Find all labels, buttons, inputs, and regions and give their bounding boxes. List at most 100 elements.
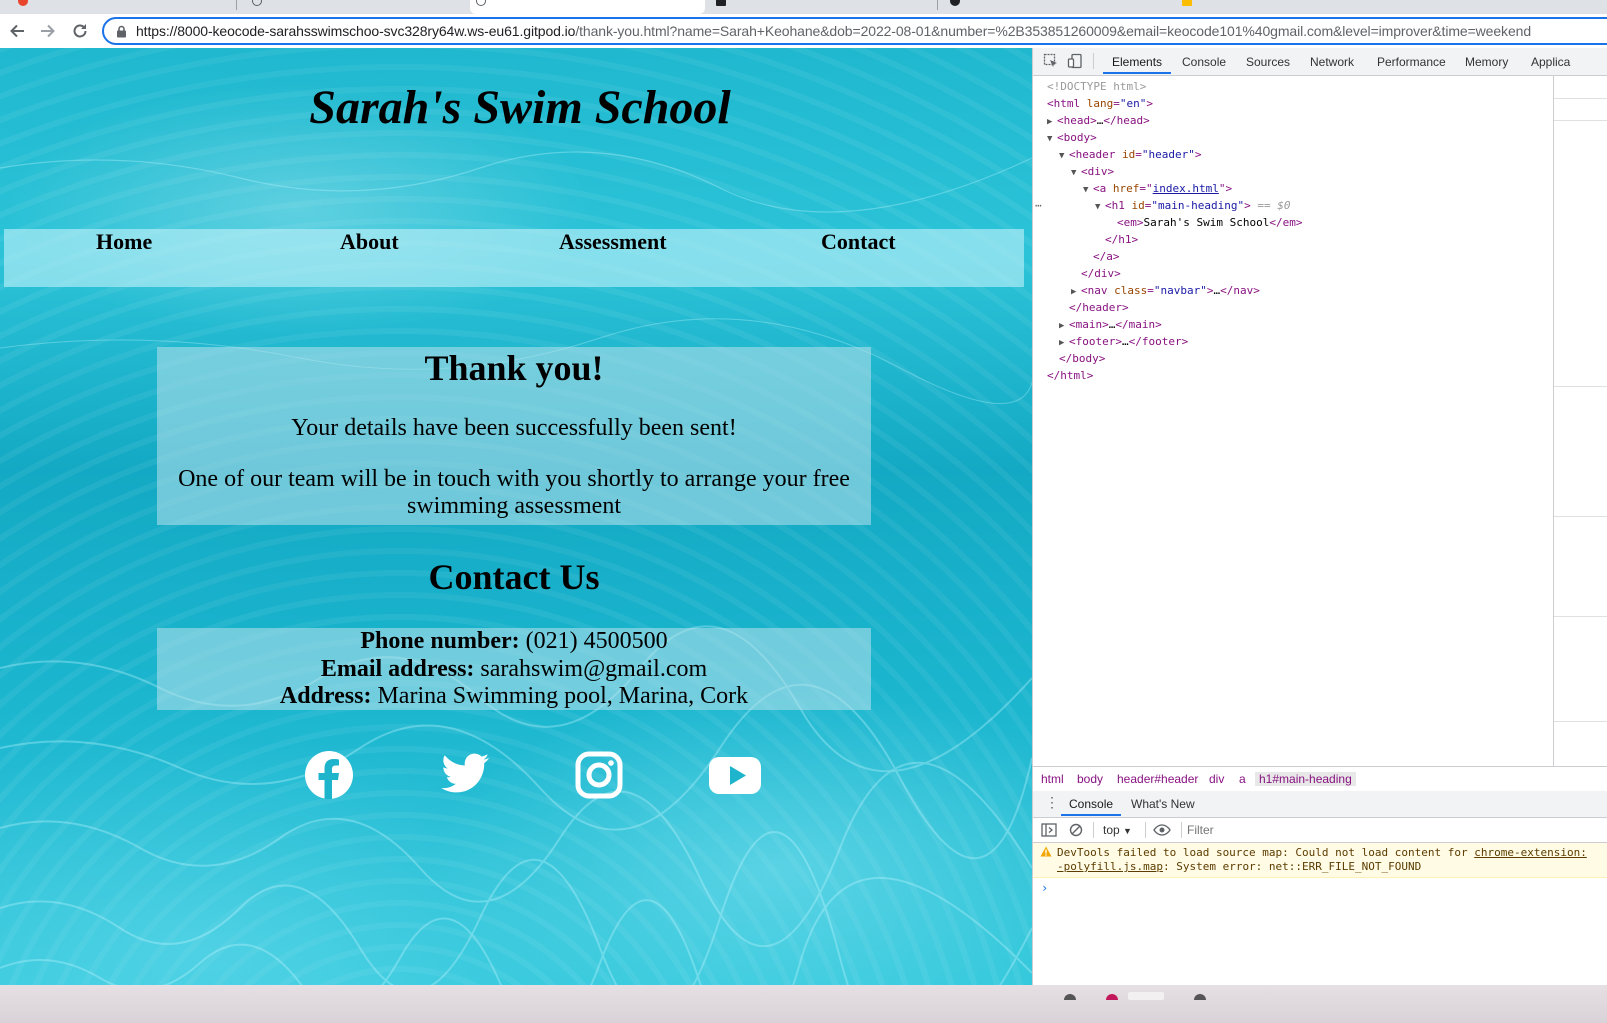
crumb-html[interactable]: html [1041,772,1064,786]
dom-node-html[interactable]: <html lang="en"> [1047,95,1153,112]
email-value: sarahswim@gmail.com [480,655,708,682]
collapse-triangle-icon[interactable]: ▼ [1071,165,1081,182]
tab-network[interactable]: Network [1310,55,1354,69]
attr-name: lang [1086,97,1114,110]
tag-name: em [1282,216,1296,229]
device-toolbar-icon[interactable] [1067,53,1083,69]
contact-email: Email address: sarahswim@gmail.com [157,656,871,684]
nav-link-contact[interactable]: Contact [821,229,896,255]
styles-pane[interactable] [1553,76,1607,766]
phone-label: Phone number: [360,628,520,654]
crumb-anchor[interactable]: a [1239,772,1246,786]
attr-name: id [1122,148,1136,161]
browser-tab[interactable] [240,0,465,14]
browser-tab[interactable] [0,0,235,14]
crumb-header[interactable]: header#header [1117,772,1198,786]
console-prompt-icon[interactable]: › [1041,881,1048,895]
more-actions-icon[interactable]: ⋯ [1035,197,1042,214]
dom-node-h1-close[interactable]: </h1> [1105,231,1138,248]
youtube-link[interactable] [706,749,764,801]
taskbar-app-icon[interactable] [1128,992,1164,1000]
email-label: Email address: [320,655,475,682]
tab-favicon-icon [716,0,726,6]
context-selector[interactable]: top ▼ [1103,823,1132,837]
back-button[interactable] [5,20,29,42]
address-label: Address: [279,683,372,709]
warning-link[interactable]: -polyfill.js.map [1057,860,1163,873]
collapsed-ellipsis: … [1122,335,1129,348]
warning-line-1: DevTools failed to load source map: Coul… [1057,846,1587,860]
sidebar-toggle-icon[interactable] [1041,823,1057,837]
collapse-triangle-icon[interactable]: ▼ [1047,131,1057,148]
inspect-element-icon[interactable] [1043,53,1059,69]
warning-text: : System error: net::ERR_FILE_NOT_FOUND [1162,860,1422,873]
contact-phone: Phone number: (021) 4500500 [157,628,871,656]
collapse-triangle-icon[interactable]: ▼ [1059,148,1069,165]
eye-icon[interactable] [1153,823,1171,837]
browser-tab[interactable] [1172,0,1607,14]
drawer-tab-whats-new[interactable]: What's New [1131,797,1195,811]
drawer-tab-console[interactable]: Console [1069,797,1113,811]
facebook-icon [305,751,353,799]
tag-name: footer [1141,335,1182,348]
drawer-tab-bar: ⋮ Console What's New [1033,791,1607,818]
browser-tab-active[interactable] [470,0,705,14]
console-toolbar: top ▼ [1033,818,1607,843]
collapsed-ellipsis: … [1108,318,1116,331]
nav-link-about[interactable]: About [340,229,399,255]
dom-node-doctype[interactable]: <!DOCTYPE html> [1047,78,1146,95]
browser-tab[interactable] [708,0,936,14]
browser-tab[interactable] [940,0,1168,14]
tag-name: header [1075,148,1116,161]
dom-node-body-close[interactable]: </body> [1059,350,1105,367]
tag-name: html [1060,369,1087,382]
tag-name: div [1087,165,1108,178]
tab-favicon-icon [252,0,262,6]
clear-console-icon[interactable] [1069,823,1083,837]
collapse-triangle-icon[interactable]: ▼ [1083,182,1093,199]
facebook-link[interactable] [300,749,358,801]
attr-name: id [1131,199,1145,212]
site-title[interactable]: Sarah's Swim School [0,80,1032,135]
dom-node-html-close[interactable]: </html> [1047,367,1093,384]
reload-icon [73,24,87,38]
collapse-triangle-icon[interactable]: ▼ [1095,199,1105,216]
instagram-link[interactable] [570,749,628,801]
twitter-link[interactable] [436,749,494,801]
reload-button[interactable] [68,20,92,42]
tab-application[interactable]: Applica [1531,55,1570,69]
url-host: https://8000-keocode-sarahsswimschoo-svc… [136,23,576,39]
crumb-h1[interactable]: h1#main-heading [1255,772,1356,786]
crumb-body[interactable]: body [1077,772,1103,786]
styles-filter-row[interactable] [1554,98,1607,121]
console-filter-input[interactable] [1185,820,1607,840]
dom-node-header-close[interactable]: </header> [1069,299,1129,316]
attr-value-link[interactable]: index.html [1153,182,1219,195]
styles-divider [1554,616,1607,617]
thank-you-followup: One of our team will be in touch with yo… [178,466,850,519]
dom-node-anchor-close[interactable]: </a> [1093,248,1120,265]
tab-elements[interactable]: Elements [1112,55,1162,69]
taskbar-app-icon[interactable] [1194,994,1206,1000]
tab-sources[interactable]: Sources [1246,55,1290,69]
drawer-menu-icon[interactable]: ⋮ [1045,795,1059,809]
forward-arrow-icon [41,24,55,38]
toolbar-divider [1145,822,1146,838]
dom-node-div-close[interactable]: </div> [1081,265,1121,282]
toolbar-divider [1181,822,1182,838]
devtools-divider [1093,53,1094,69]
forward-button[interactable] [36,20,60,42]
tab-memory[interactable]: Memory [1465,55,1508,69]
tab-performance[interactable]: Performance [1377,55,1446,69]
crumb-div[interactable]: div [1209,772,1224,786]
tag-name: h1 [1111,199,1125,212]
tag-name: footer [1075,335,1116,348]
dom-node-em[interactable]: <em>Sarah's Swim School</em> [1117,214,1302,231]
address-bar[interactable]: https://8000-keocode-sarahsswimschoo-svc… [102,17,1607,45]
taskbar-app-icon[interactable] [1106,994,1118,1000]
nav-link-assessment[interactable]: Assessment [559,229,667,255]
warning-link[interactable]: chrome-extension: [1474,846,1587,859]
taskbar-app-icon[interactable] [1064,994,1076,1000]
tab-console[interactable]: Console [1182,55,1226,69]
nav-link-home[interactable]: Home [96,229,152,255]
